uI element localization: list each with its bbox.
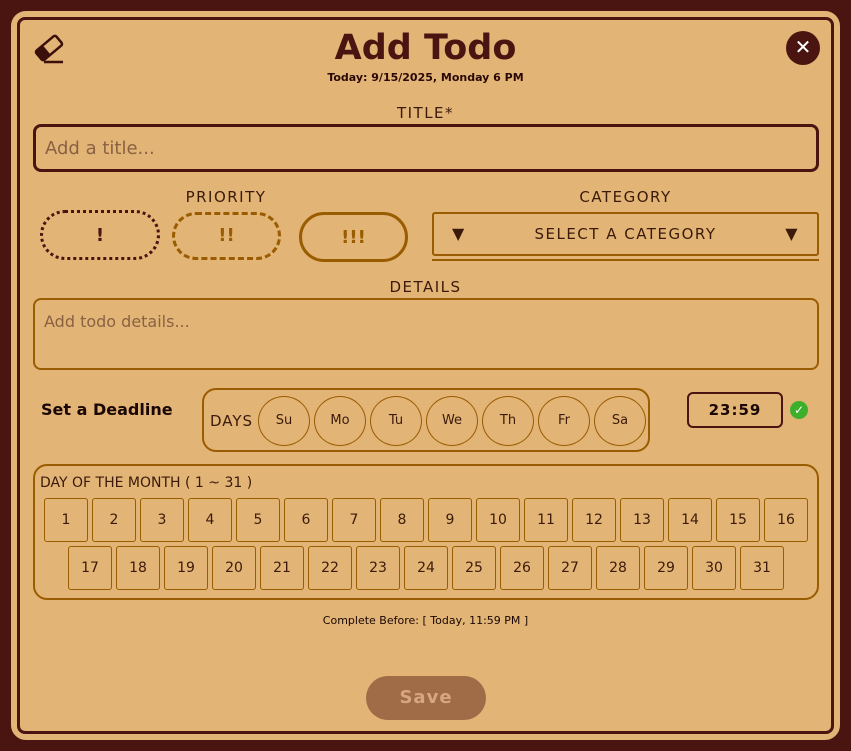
month-day-button[interactable]: 28 [596,546,640,590]
day-monday[interactable]: Mo [314,396,366,446]
time-input[interactable]: 23:59 [687,392,783,428]
month-day-label: DAY OF THE MONTH ( 1 ~ 31 ) [40,475,253,491]
priority-medium-button[interactable]: !! [172,212,281,260]
month-day-button[interactable]: 27 [548,546,592,590]
page-title: Add Todo [334,28,517,68]
month-day-button[interactable]: 12 [572,498,616,542]
deadline-label: Set a Deadline [41,400,173,419]
month-day-button[interactable]: 19 [164,546,208,590]
month-day-button[interactable]: 22 [308,546,352,590]
close-icon: ✕ [794,35,812,59]
month-day-button[interactable]: 29 [644,546,688,590]
day-wednesday[interactable]: We [426,396,478,446]
today-timestamp: Today: 9/15/2025, Monday 6 PM [327,71,524,84]
month-day-button[interactable]: 13 [620,498,664,542]
day-tuesday[interactable]: Tu [370,396,422,446]
month-day-button[interactable]: 24 [404,546,448,590]
month-day-button[interactable]: 21 [260,546,304,590]
days-label: DAYS [210,412,254,430]
month-day-button[interactable]: 1 [44,498,88,542]
month-day-button[interactable]: 7 [332,498,376,542]
month-day-button[interactable]: 6 [284,498,328,542]
details-label: DETAILS [389,278,462,296]
month-day-button[interactable]: 25 [452,546,496,590]
priority-label: PRIORITY [185,188,267,206]
month-day-button[interactable]: 14 [668,498,712,542]
category-selected-value: SELECT A CATEGORY [534,225,717,243]
chevron-down-icon: ▼ [452,224,466,243]
month-day-button[interactable]: 30 [692,546,736,590]
month-day-button[interactable]: 26 [500,546,544,590]
category-underline [432,259,819,261]
title-input[interactable] [33,124,819,172]
month-day-button[interactable]: 16 [764,498,808,542]
month-day-button[interactable]: 3 [140,498,184,542]
day-saturday[interactable]: Sa [594,396,646,446]
month-day-button[interactable]: 4 [188,498,232,542]
close-button[interactable]: ✕ [786,31,820,65]
month-day-button[interactable]: 5 [236,498,280,542]
priority-high-button[interactable]: !!! [299,212,408,262]
day-thursday[interactable]: Th [482,396,534,446]
month-day-button[interactable]: 31 [740,546,784,590]
month-day-button[interactable]: 18 [116,546,160,590]
month-day-button[interactable]: 8 [380,498,424,542]
month-day-button[interactable]: 11 [524,498,568,542]
month-day-button[interactable]: 20 [212,546,256,590]
priority-low-button[interactable]: ! [40,210,160,260]
month-day-button[interactable]: 2 [92,498,136,542]
month-day-button[interactable]: 10 [476,498,520,542]
month-day-button[interactable]: 23 [356,546,400,590]
weekday-selector: DAYS Su Mo Tu We Th Fr Sa [202,388,650,452]
complete-before-text: Complete Before: [ Today, 11:59 PM ] [322,614,529,627]
category-select[interactable]: ▼ SELECT A CATEGORY ▼ [432,212,819,256]
month-day-button[interactable]: 9 [428,498,472,542]
day-sunday[interactable]: Su [258,396,310,446]
check-icon: ✓ [790,401,808,419]
month-day-button[interactable]: 17 [68,546,112,590]
save-button[interactable]: Save [366,676,486,720]
month-day-button[interactable]: 15 [716,498,760,542]
details-input[interactable] [33,298,819,370]
day-friday[interactable]: Fr [538,396,590,446]
category-label: CATEGORY [579,188,672,206]
chevron-down-icon: ▼ [785,224,799,243]
title-label: TITLE* [396,104,455,122]
month-day-selector: DAY OF THE MONTH ( 1 ~ 31 ) 1 2 3 4 5 6 7 8 9 10 1… [33,464,819,600]
